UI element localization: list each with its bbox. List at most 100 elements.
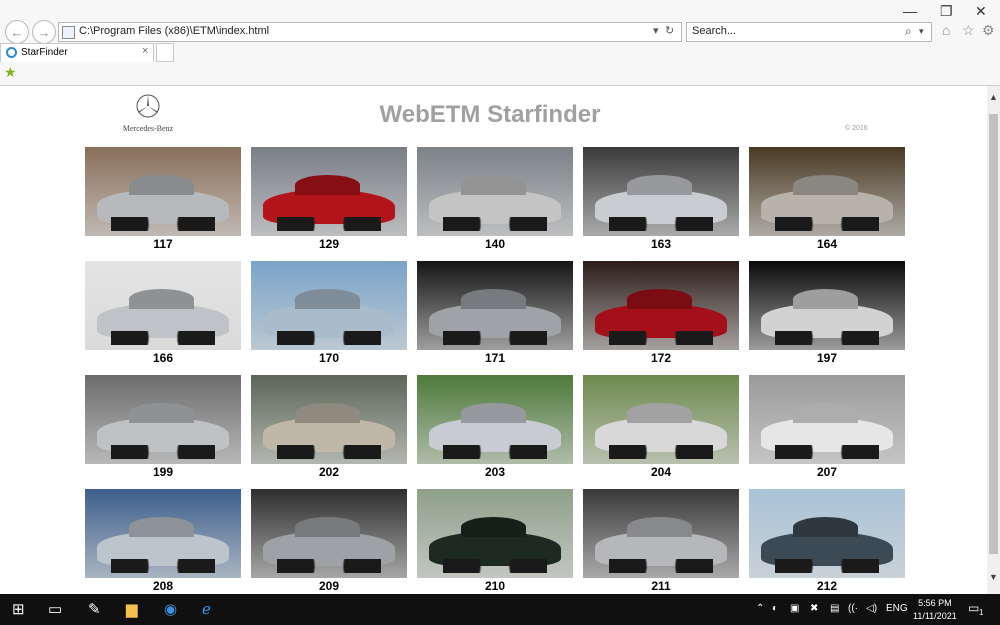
model-image[interactable]: [749, 147, 905, 236]
model-code[interactable]: 209: [251, 579, 407, 593]
tray-app3-icon[interactable]: ✖: [810, 603, 818, 614]
model-tile[interactable]: 199: [85, 375, 241, 489]
close-tab-icon[interactable]: ×: [142, 45, 148, 57]
model-image[interactable]: [251, 489, 407, 578]
model-image[interactable]: [583, 261, 739, 350]
search-dropdown-icon[interactable]: ▾: [919, 26, 924, 37]
model-image[interactable]: [85, 147, 241, 236]
model-code[interactable]: 202: [251, 465, 407, 479]
search-placeholder[interactable]: Search...: [692, 25, 736, 37]
model-tile[interactable]: 129: [251, 147, 407, 261]
language-indicator[interactable]: ENG: [886, 603, 908, 614]
tab-starfinder[interactable]: StarFinder ×: [0, 43, 154, 62]
model-image[interactable]: [85, 375, 241, 464]
model-code[interactable]: 129: [251, 237, 407, 251]
model-code[interactable]: 211: [583, 579, 739, 593]
address-bar[interactable]: C:\Program Files (x86)\ETM\index.html ▾ …: [58, 22, 682, 42]
add-favorite-icon[interactable]: ★: [4, 64, 17, 81]
model-tile[interactable]: 164: [749, 147, 905, 261]
model-code[interactable]: 207: [749, 465, 905, 479]
wifi-icon[interactable]: ((·: [848, 603, 858, 614]
settings-gear-icon[interactable]: ⚙: [982, 22, 995, 39]
model-image[interactable]: [417, 489, 573, 578]
refresh-icon[interactable]: ↻: [665, 24, 674, 37]
dropdown-icon[interactable]: ▾: [653, 24, 659, 37]
model-code[interactable]: 163: [583, 237, 739, 251]
model-code[interactable]: 171: [417, 351, 573, 365]
model-tile[interactable]: 211: [583, 489, 739, 594]
model-image[interactable]: [251, 261, 407, 350]
close-window-icon[interactable]: ✕: [975, 3, 987, 20]
forward-button[interactable]: →: [32, 20, 56, 44]
search-icon[interactable]: ⌕: [905, 24, 912, 39]
model-image[interactable]: [749, 375, 905, 464]
model-tile[interactable]: 170: [251, 261, 407, 375]
model-tile[interactable]: 140: [417, 147, 573, 261]
model-code[interactable]: 212: [749, 579, 905, 593]
model-code[interactable]: 204: [583, 465, 739, 479]
app-paint-icon[interactable]: ✎: [88, 600, 101, 618]
scroll-thumb[interactable]: [989, 114, 998, 554]
notifications-icon[interactable]: ▭: [968, 601, 979, 615]
model-code[interactable]: 199: [85, 465, 241, 479]
favorites-star-icon[interactable]: ☆: [962, 22, 975, 39]
scroll-down-icon[interactable]: ▼: [989, 572, 998, 582]
model-code[interactable]: 208: [85, 579, 241, 593]
tray-app2-icon[interactable]: ▣: [790, 603, 799, 614]
model-tile[interactable]: 202: [251, 375, 407, 489]
model-tile[interactable]: 208: [85, 489, 241, 594]
search-box[interactable]: Search... ⌕ ▾: [686, 22, 932, 42]
model-code[interactable]: 170: [251, 351, 407, 365]
model-code[interactable]: 172: [583, 351, 739, 365]
model-code[interactable]: 203: [417, 465, 573, 479]
model-image[interactable]: [749, 261, 905, 350]
tray-app4-icon[interactable]: ▤: [830, 603, 839, 614]
model-image[interactable]: [583, 489, 739, 578]
model-tile[interactable]: 163: [583, 147, 739, 261]
volume-icon[interactable]: ◁): [866, 603, 877, 614]
model-code[interactable]: 210: [417, 579, 573, 593]
windows-start-icon[interactable]: ⊞: [12, 600, 25, 618]
model-image[interactable]: [251, 375, 407, 464]
new-tab-button[interactable]: [156, 43, 174, 62]
address-url[interactable]: C:\Program Files (x86)\ETM\index.html: [79, 25, 269, 37]
model-code[interactable]: 117: [85, 237, 241, 251]
tray-expand-icon[interactable]: ⌃: [756, 603, 764, 614]
internet-explorer-icon[interactable]: ℯ: [202, 600, 211, 618]
teamviewer-icon[interactable]: ◉: [164, 600, 177, 618]
scroll-up-icon[interactable]: ▲: [989, 92, 998, 102]
minimize-icon[interactable]: —: [903, 3, 917, 19]
model-code[interactable]: 197: [749, 351, 905, 365]
model-image[interactable]: [417, 261, 573, 350]
clock[interactable]: 5:56 PM 11/11/2021: [913, 597, 957, 623]
model-tile[interactable]: 210: [417, 489, 573, 594]
vertical-scrollbar[interactable]: ▲ ▼: [987, 86, 1000, 594]
task-view-icon[interactable]: ▭: [48, 600, 62, 618]
model-tile[interactable]: 207: [749, 375, 905, 489]
model-tile[interactable]: 172: [583, 261, 739, 375]
model-tile[interactable]: 197: [749, 261, 905, 375]
model-code[interactable]: 166: [85, 351, 241, 365]
model-tile[interactable]: 166: [85, 261, 241, 375]
back-button[interactable]: ←: [5, 20, 29, 44]
model-image[interactable]: [417, 147, 573, 236]
model-image[interactable]: [583, 147, 739, 236]
model-image[interactable]: [583, 375, 739, 464]
model-image[interactable]: [749, 489, 905, 578]
model-image[interactable]: [417, 375, 573, 464]
model-image[interactable]: [251, 147, 407, 236]
restore-icon[interactable]: ❐: [940, 3, 953, 20]
model-tile[interactable]: 117: [85, 147, 241, 261]
model-tile[interactable]: 203: [417, 375, 573, 489]
tray-app-icon[interactable]: ◐: [772, 603, 778, 614]
model-image[interactable]: [85, 261, 241, 350]
model-code[interactable]: 164: [749, 237, 905, 251]
model-code[interactable]: 140: [417, 237, 573, 251]
file-explorer-icon[interactable]: ▆: [126, 600, 138, 618]
model-tile[interactable]: 212: [749, 489, 905, 594]
model-tile[interactable]: 209: [251, 489, 407, 594]
model-tile[interactable]: 204: [583, 375, 739, 489]
model-tile[interactable]: 171: [417, 261, 573, 375]
model-image[interactable]: [85, 489, 241, 578]
home-icon[interactable]: ⌂: [942, 22, 950, 38]
